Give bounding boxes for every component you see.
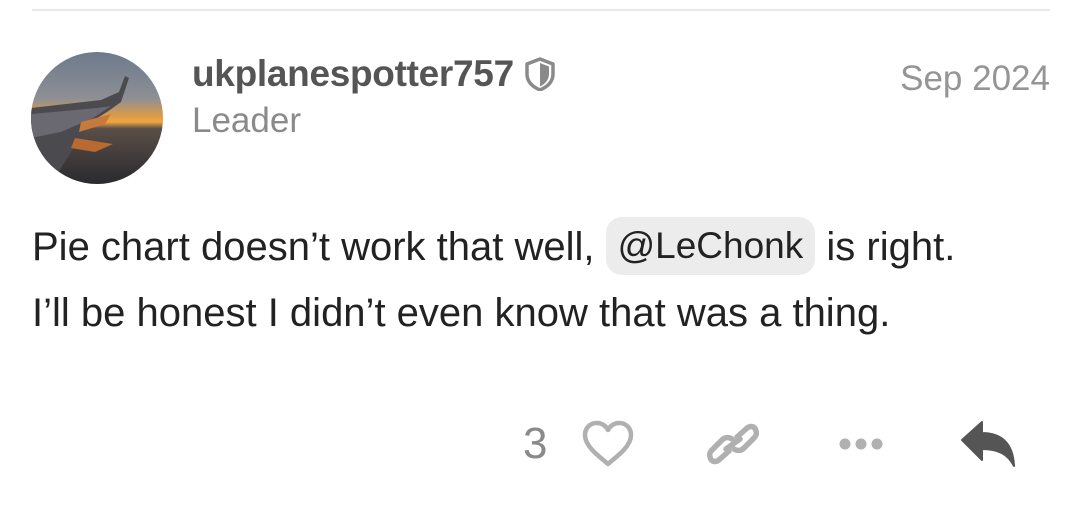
mention-link[interactable]: @LeChonk [605, 217, 816, 276]
post-text-part2: is right. [815, 225, 956, 269]
post-date[interactable]: Sep 2024 [900, 58, 1050, 100]
post-body: Pie chart doesn’t work that well, @LeCho… [32, 214, 1052, 346]
username-row: ukplanespotter757 [192, 52, 556, 96]
copy-link-button[interactable] [704, 418, 762, 470]
top-divider [32, 9, 1050, 11]
reply-arrow-icon [961, 421, 1015, 467]
link-icon [707, 423, 759, 465]
ellipsis-icon [839, 438, 883, 450]
user-title: Leader [192, 101, 301, 140]
shield-icon [524, 57, 556, 92]
username[interactable]: ukplanespotter757 [192, 52, 514, 96]
post-actions: 3 [0, 412, 1080, 476]
like-count[interactable]: 3 [523, 418, 547, 470]
reply-button[interactable] [956, 416, 1020, 472]
heart-icon [582, 420, 634, 467]
post-body-line-1: Pie chart doesn’t work that well, @LeCho… [32, 214, 1052, 280]
post-body-line-2: I’ll be honest I didn’t even know that w… [32, 291, 891, 335]
avatar[interactable] [31, 52, 163, 184]
like-button[interactable] [580, 418, 636, 470]
avatar-image [31, 52, 163, 184]
more-options-button[interactable] [832, 418, 890, 470]
post-text-part1: Pie chart doesn’t work that well, [32, 225, 606, 269]
